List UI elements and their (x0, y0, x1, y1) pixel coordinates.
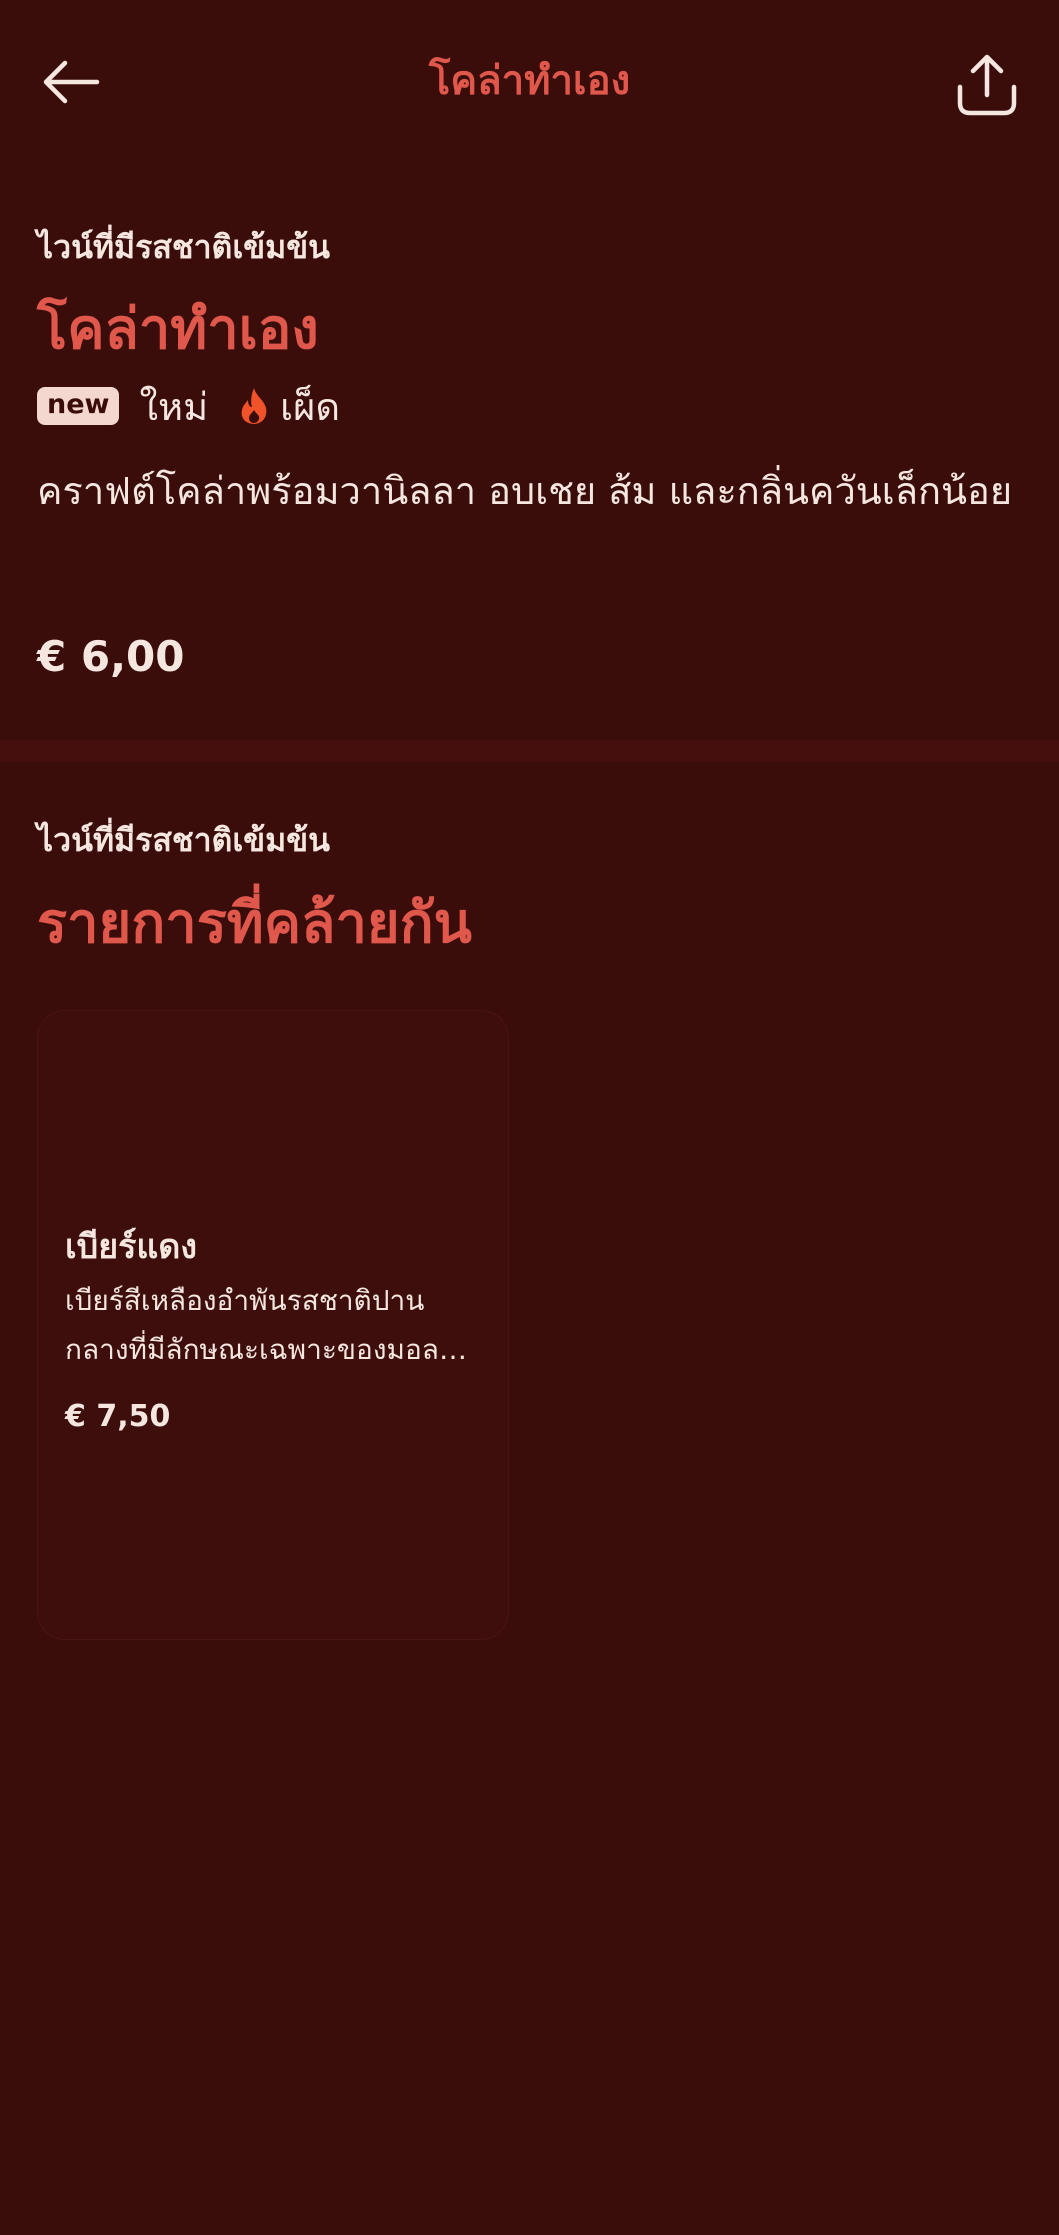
flame-icon (238, 386, 270, 426)
similar-heading: รายการที่คล้ายกัน (37, 891, 472, 956)
product-price: € 6,00 (37, 632, 185, 681)
product-description: คราฟต์โคล่าพร้อมวานิลลา อบเชย ส้ม และกลิ… (37, 469, 1013, 513)
page-title: โคล่าทำเอง (428, 58, 631, 104)
new-badge: new (37, 387, 120, 425)
similar-item-name: เบียร์แดง (65, 1227, 197, 1267)
share-button[interactable] (951, 50, 1023, 120)
product-tags: new ใหม่ เผ็ด (37, 378, 340, 434)
product-category: ไวน์ที่มีรสชาติเข้มข้น (37, 228, 330, 266)
top-bar: โคล่าทำเอง (0, 0, 1059, 165)
section-divider (0, 740, 1059, 762)
similar-item-price: € 7,50 (65, 1399, 171, 1434)
new-label: ใหม่ (139, 384, 209, 429)
spicy-label: เผ็ด (280, 384, 341, 429)
product-name: โคล่าทำเอง (37, 297, 319, 362)
similar-category: ไวน์ที่มีรสชาติเข้มข้น (37, 821, 330, 859)
similar-item-description: เบียร์สีเหลืองอำพันรสชาติปานกลางที่มีลัก… (65, 1284, 458, 1366)
share-icon (955, 53, 1019, 117)
similar-item-card[interactable]: เบียร์แดง เบียร์สีเหลืองอำพันรสชาติปานกล… (37, 1010, 509, 1640)
